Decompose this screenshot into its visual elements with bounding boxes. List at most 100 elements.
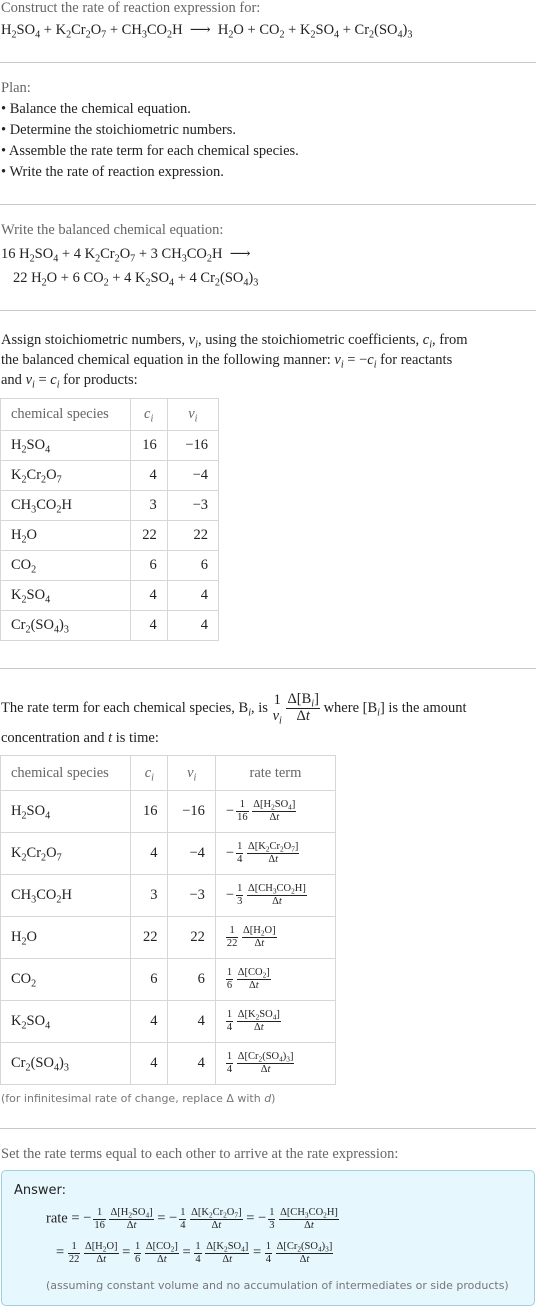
rate-terms-table: chemical species ci νi rate term H2SO4 16… <box>0 755 337 1085</box>
answer-box: Answer: rate = −1 16 Δ[H2SO4] Δt = −1 4 Δ[K… <box>1 1170 535 1306</box>
rate-term-cell: −1 4 Δ[K2Cr2O7] Δt <box>214 832 337 875</box>
rate-term-text-2: concentration and t is time: <box>1 730 159 746</box>
species-cell: H2O <box>0 520 131 551</box>
rate-term-formula: 1 νi <box>272 691 282 727</box>
c-cell: 16 <box>130 790 169 833</box>
nu-cell: 22 <box>167 916 216 959</box>
nu-cell: −3 <box>167 874 216 917</box>
c-cell: 3 <box>129 490 168 521</box>
table-header-row: chemical species ci νi rate term <box>0 755 337 791</box>
final-text: Set the rate terms equal to each other t… <box>1 1146 399 1162</box>
table-row: K2Cr2O7 4 −4 <box>0 460 220 491</box>
table-row: CO2 6 6 1 6 Δ[CO2] Δt <box>0 958 337 1001</box>
header-nu: νi <box>167 755 216 791</box>
table-row: Cr2(SO4)3 4 4 <box>0 610 220 641</box>
species-cell: H2SO4 <box>0 790 132 833</box>
table-row: CO2 6 6 <box>0 550 220 581</box>
rate-term-cell: 14 Δ[Cr2(SO4)3] Δt <box>214 1042 337 1085</box>
rate-term-text: The rate term for each chemical species,… <box>1 691 467 727</box>
species-cell: CO2 <box>0 550 131 581</box>
intro-prompt: Construct the rate of reaction expressio… <box>1 0 261 16</box>
nu-cell: 4 <box>167 1000 216 1043</box>
table-row: H2SO4 16 −16−1 16 Δ[H2SO4] Δt <box>0 790 337 833</box>
header-species: chemical species <box>0 755 132 791</box>
rate-term-cell: 16 Δ[CO2] Δt <box>214 958 337 1001</box>
table-header-row: chemical species ci νi <box>0 398 220 431</box>
header-c: ci <box>130 755 169 791</box>
species-cell: K2Cr2O7 <box>0 460 131 491</box>
c-cell: 6 <box>130 958 169 1001</box>
divider <box>0 62 536 63</box>
c-cell: 22 <box>130 916 169 959</box>
species-cell: K2SO4 <box>0 1000 132 1043</box>
header-c: ci <box>129 398 168 431</box>
rate-term-cell: −1 3 Δ[CH3CO2H] Δt <box>214 874 337 917</box>
nu-cell: 4 <box>166 580 220 611</box>
balanced-equation-line2: 22 H2O + 6 CO2 + 4 K2SO4 + 4 Cr2(SO4)3 <box>13 270 259 289</box>
nu-cell: 4 <box>167 1042 216 1085</box>
species-cell: CO2 <box>0 958 132 1001</box>
stoich-text: Assign stoichiometric numbers, νi, using… <box>1 332 468 351</box>
header-species: chemical species <box>0 398 131 431</box>
plan-step: • Determine the stoichiometric numbers. <box>1 122 236 138</box>
c-cell: 3 <box>130 874 169 917</box>
answer-label: Answer: <box>14 1183 67 1198</box>
species-cell: H2SO4 <box>0 430 131 461</box>
species-cell: K2Cr2O7 <box>0 832 132 875</box>
balanced-title: Write the balanced chemical equation: <box>1 222 224 238</box>
nu-cell: 6 <box>167 958 216 1001</box>
header-rate-term: rate term <box>214 755 337 791</box>
nu-cell: −4 <box>167 832 216 875</box>
nu-cell: −16 <box>166 430 220 461</box>
reaction-equation: H2SO4 + K2Cr2O7 + CH3CO2H ⟶ H2O + CO2 + … <box>1 22 413 41</box>
nu-cell: −16 <box>167 790 216 833</box>
c-cell: 22 <box>129 520 168 551</box>
nu-cell: 4 <box>166 610 220 641</box>
species-cell: Cr2(SO4)3 <box>0 610 131 641</box>
c-cell: 4 <box>129 580 168 611</box>
species-cell: H2O <box>0 916 132 959</box>
table-row: K2SO4 4 4 1 4 Δ[K2SO4] Δt <box>0 1000 337 1043</box>
c-cell: 4 <box>129 610 168 641</box>
table-row: K2Cr2O7 4 −4−1 4 Δ[K2Cr2O7] Δt <box>0 832 337 875</box>
plan-step: • Write the rate of reaction expression. <box>1 164 224 180</box>
balanced-equation-line1: 16 H2SO4 + 4 K2Cr2O7 + 3 CH3CO2H ⟶ <box>1 246 251 265</box>
assumption-note: (assuming constant volume and no accumul… <box>46 1279 509 1292</box>
plan-step: • Balance the chemical equation. <box>1 101 191 117</box>
species-cell: K2SO4 <box>0 580 131 611</box>
header-nu: νi <box>166 398 220 431</box>
rate-expression-line2: = 1 22 Δ[H2O] Δt = 16 Δ[CO2] Δt = 14 Δ[K2SO… <box>56 1241 334 1265</box>
table-row: CH3CO2H 3 −3 <box>0 490 220 521</box>
table-row: CH3CO2H 3 −3−1 3 Δ[CH3CO2H] Δt <box>0 874 337 917</box>
c-cell: 4 <box>129 460 168 491</box>
c-cell: 4 <box>130 1042 169 1085</box>
nu-cell: 22 <box>166 520 220 551</box>
species-cell: Cr2(SO4)3 <box>0 1042 132 1085</box>
species-cell: CH3CO2H <box>0 490 131 521</box>
plan-title: Plan: <box>1 80 31 96</box>
stoich-table: chemical species ci νi H2SO4 16 −16 K2Cr2O… <box>0 398 220 641</box>
table-row: Cr2(SO4)3 4 4 1 4 Δ[Cr2(SO4)3] Δt <box>0 1042 337 1085</box>
c-cell: 4 <box>130 1000 169 1043</box>
footnote: (for infinitesimal rate of change, repla… <box>1 1092 276 1105</box>
divider <box>0 204 536 205</box>
species-cell: CH3CO2H <box>0 874 132 917</box>
rate-expression-line1: rate = −1 16 Δ[H2SO4] Δt = −1 4 Δ[K2Cr2O7] Δ… <box>46 1207 339 1231</box>
c-cell: 16 <box>129 430 168 461</box>
table-row: H2O 22 22 <box>0 520 220 551</box>
c-cell: 4 <box>130 832 169 875</box>
c-cell: 6 <box>129 550 168 581</box>
divider <box>0 668 536 669</box>
table-row: K2SO4 4 4 <box>0 580 220 611</box>
stoich-text: the balanced chemical equation in the fo… <box>1 352 453 371</box>
divider <box>0 310 536 311</box>
stoich-text: and νi = ci for products: <box>1 372 138 391</box>
table-row: H2SO4 16 −16 <box>0 430 220 461</box>
nu-cell: −4 <box>166 460 220 491</box>
plan-step: • Assemble the rate term for each chemic… <box>1 143 299 159</box>
nu-cell: −3 <box>166 490 220 521</box>
rate-term-cell: 14 Δ[K2SO4] Δt <box>214 1000 337 1043</box>
nu-cell: 6 <box>166 550 220 581</box>
table-row: H2O 22 22 1 22 Δ[H2O] Δt <box>0 916 337 959</box>
divider <box>0 1128 536 1129</box>
